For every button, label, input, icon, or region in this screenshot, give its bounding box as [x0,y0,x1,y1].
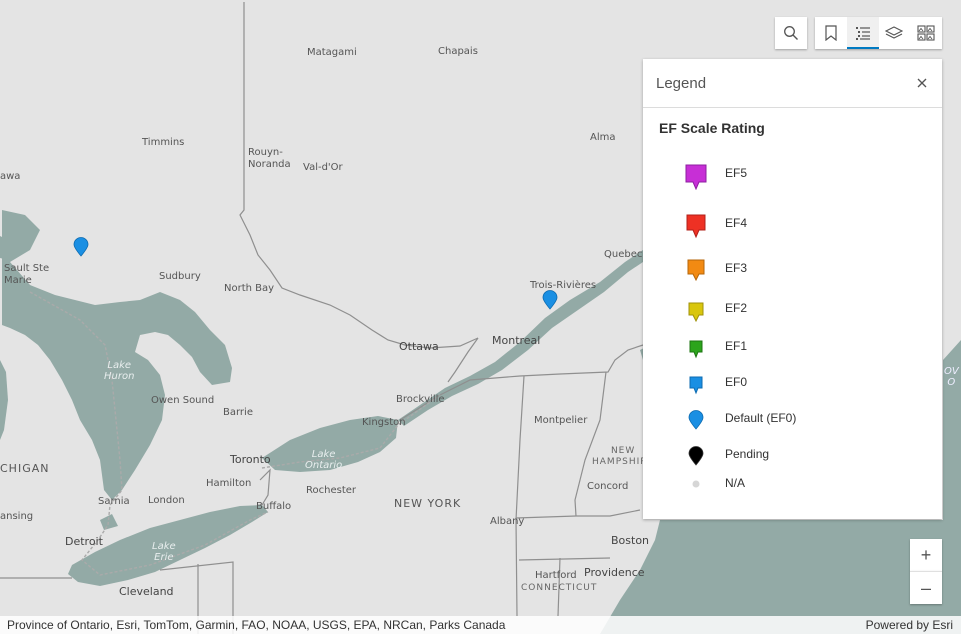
legend-title: Legend [656,74,707,92]
place-label-brockville: Brockville [396,394,445,405]
place-label-london: London [148,495,185,506]
legend-list-icon [855,27,870,40]
place-label-boston: Boston [611,534,650,547]
place-label-lansing: ansing [0,511,34,522]
ef0-marker-icon [689,376,703,395]
tornado-marker[interactable] [542,290,558,310]
ef4-marker-icon [686,214,706,239]
place-label-owen-sound: Owen Sound [151,395,215,406]
bookmarks-button[interactable] [815,17,847,49]
legend-item-ef1: EF1 [643,339,942,359]
place-label-kingston: Kingston [362,417,406,428]
basemap-gallery-icon [917,25,935,41]
place-label-cleveland: Cleveland [119,585,174,598]
legend-item-label: EF0 [725,375,748,389]
place-label-awa: awa [0,171,21,182]
legend-item-label: EF1 [725,339,748,353]
place-label-rochester: Rochester [306,485,356,496]
water-label-lake-huron: Lake Huron [104,360,135,382]
place-label-sarnia: Sarnia [98,496,130,507]
layer-list-button[interactable] [879,17,911,49]
state-label-connecticut: CONNECTICUT [521,583,598,593]
search-button[interactable] [775,17,807,49]
place-label-alma: Alma [590,132,616,143]
legend-item-na: N/A [643,475,942,495]
place-label-montreal: Montreal [492,334,541,347]
legend-button[interactable] [846,17,879,49]
pending-marker-icon [688,446,704,466]
legend-item-label: Pending [725,447,770,461]
attribution-sources[interactable]: Province of Ontario, Esri, TomTom, Garmi… [7,618,505,632]
legend-item-label: N/A [725,476,746,490]
legend-item-ef4: EF4 [643,211,942,239]
place-label-hamilton: Hamilton [206,478,252,489]
place-label-detroit: Detroit [65,535,103,548]
legend-item-ef2: EF2 [643,300,942,323]
legend-item-default-ef0: Default (EF0) [643,410,942,430]
place-label-hartford: Hartford [535,570,577,581]
place-label-sault-ste-marie: Sault Ste Marie [4,263,50,286]
place-label-montpelier: Montpelier [534,415,588,426]
na-dot-icon [692,480,700,488]
legend-item-label: EF2 [725,301,748,315]
place-label-ovo: OV O [944,366,959,388]
place-label-timmins: Timmins [142,137,185,148]
legend-item-label: EF5 [725,166,748,180]
place-label-sudbury: Sudbury [159,271,201,282]
tornado-marker[interactable] [73,237,89,257]
default-marker-icon [688,410,704,430]
state-label-michigan: CHIGAN [0,462,50,475]
widget-toolbar [815,17,942,49]
legend-item-pending: Pending [643,446,942,466]
place-label-ottawa: Ottawa [399,340,439,353]
place-label-matagami: Matagami [307,47,357,58]
water-label-lake-erie: Lake Erie [152,541,176,563]
ef5-marker-icon [685,164,707,190]
place-label-quebec: Quebec [604,249,643,260]
place-label-concord: Concord [587,481,629,492]
attribution-bar: Province of Ontario, Esri, TomTom, Garmi… [0,616,961,634]
place-label-barrie: Barrie [223,407,253,418]
place-label-albany: Albany [490,516,525,527]
legend-item-ef0: EF0 [643,375,942,395]
legend-item-ef3: EF3 [643,257,942,282]
place-label-toronto: Toronto [230,453,271,466]
place-label-providence: Providence [584,566,645,579]
bookmark-icon [825,25,837,41]
search-icon [784,26,798,40]
ef3-marker-icon [687,259,705,282]
legend-header: Legend [643,59,942,108]
state-label-new-york: NEW YORK [394,497,462,510]
zoom-in-button[interactable]: + [910,539,942,571]
legend-item-label: EF3 [725,261,748,275]
zoom-out-button[interactable]: – [910,571,942,604]
legend-layer-title: EF Scale Rating [659,120,765,136]
water-label-lake-ontario: Lake Ontario [305,449,343,471]
legend-item-label: EF4 [725,216,748,230]
powered-by-esri[interactable]: Powered by Esri [866,618,953,632]
layers-icon [885,26,904,39]
close-icon[interactable] [916,77,928,89]
legend-panel: Legend EF Scale Rating EF5 EF4 EF3 EF2 E… [643,59,942,519]
legend-item-ef5: EF5 [643,159,942,190]
basemap-gallery-button[interactable] [910,17,942,49]
place-label-chapais: Chapais [438,46,478,57]
legend-item-label: Default (EF0) [725,411,797,425]
ef1-marker-icon [689,340,703,359]
place-label-buffalo: Buffalo [256,501,292,512]
ef2-marker-icon [688,302,704,323]
place-label-rouyn-noranda: Rouyn- Noranda [248,147,291,170]
place-label-trois-rivieres: Trois-Rivières [530,280,597,291]
place-label-north-bay: North Bay [224,283,275,294]
place-label-val-dor: Val-d'Or [303,162,343,173]
